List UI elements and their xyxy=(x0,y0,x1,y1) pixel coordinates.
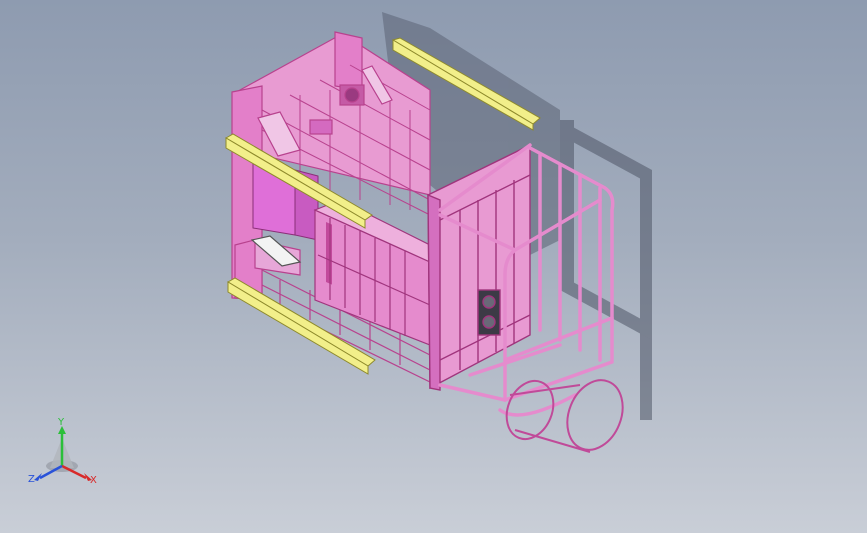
triad-graphic xyxy=(34,426,92,481)
axis-triad: Y Z X xyxy=(22,418,112,498)
cad-3d-viewport[interactable]: Y Z X xyxy=(0,0,867,533)
y-axis-label: Y xyxy=(58,417,65,428)
slatted-chamber xyxy=(313,199,431,346)
x-axis-label: X xyxy=(90,475,97,486)
machine-frame-model[interactable] xyxy=(0,0,867,533)
z-axis-label: Z xyxy=(28,474,35,485)
